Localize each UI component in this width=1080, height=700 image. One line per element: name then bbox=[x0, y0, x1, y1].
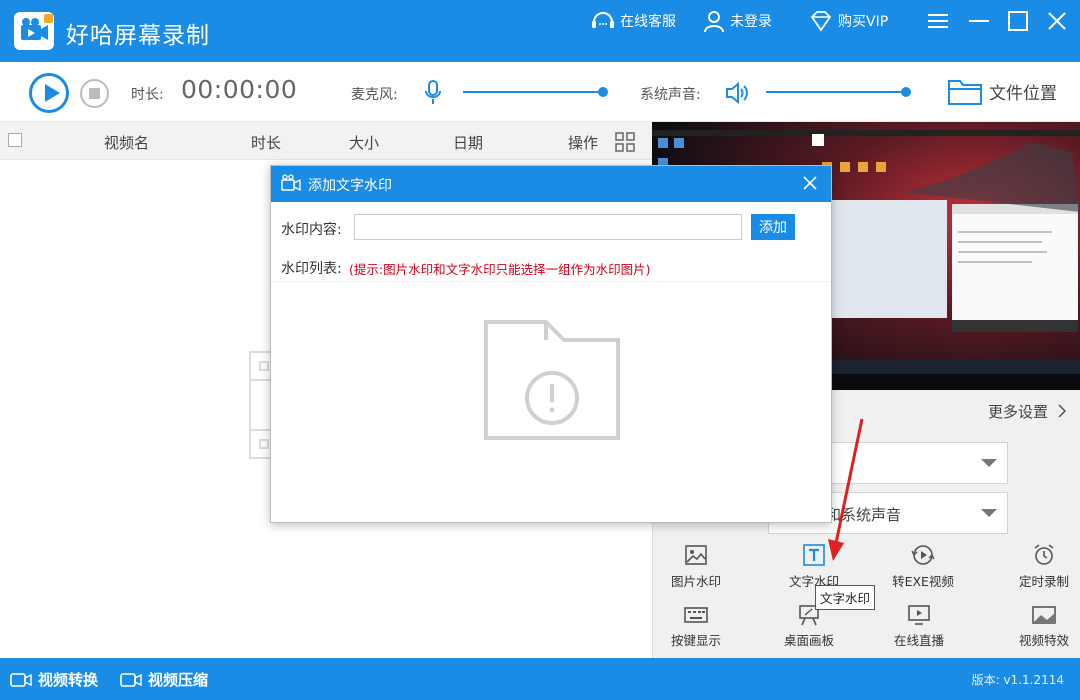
speaker-icon[interactable] bbox=[724, 81, 750, 105]
online-service-label: 在线客服 bbox=[620, 14, 676, 30]
buy-vip-label: 购买VIP bbox=[838, 14, 889, 30]
menu-button[interactable] bbox=[925, 8, 951, 34]
key-display-label: 按键显示 bbox=[670, 633, 721, 648]
desktop-board-label: 桌面画板 bbox=[783, 633, 834, 648]
minimize-icon bbox=[969, 20, 989, 22]
system-sound-label: 系统声音: bbox=[640, 87, 701, 103]
video-camera-icon bbox=[10, 672, 32, 687]
stop-record-button[interactable] bbox=[80, 79, 109, 108]
add-watermark-button[interactable]: 添加 bbox=[751, 214, 795, 240]
video-effect-label: 视频特效 bbox=[1018, 633, 1069, 648]
more-settings-link[interactable]: 更多设置 bbox=[988, 401, 1067, 422]
watermark-content-input[interactable] bbox=[354, 214, 742, 240]
chevron-down-icon bbox=[981, 509, 997, 517]
mic-volume-slider[interactable] bbox=[463, 87, 608, 97]
more-settings-label: 更多设置 bbox=[988, 403, 1049, 421]
duration-label: 时长: bbox=[131, 87, 164, 103]
login-button[interactable]: 未登录 bbox=[702, 10, 772, 33]
column-video-name[interactable]: 视频名 bbox=[104, 132, 149, 153]
monitor-play-icon bbox=[908, 605, 930, 625]
convert-exe-label: 转EXE视频 bbox=[892, 574, 954, 589]
timed-record-tool[interactable]: 定时录制 bbox=[1004, 543, 1080, 590]
image-icon bbox=[685, 545, 707, 565]
video-compress-button[interactable]: 视频压缩 bbox=[120, 669, 208, 690]
live-stream-tool[interactable]: 在线直播 bbox=[879, 604, 959, 649]
user-icon bbox=[704, 11, 724, 33]
duration-timer: 00:00:00 bbox=[181, 75, 298, 104]
start-record-button[interactable] bbox=[29, 73, 69, 113]
divider bbox=[271, 281, 831, 282]
folder-icon bbox=[948, 80, 982, 105]
column-date[interactable]: 日期 bbox=[453, 132, 483, 153]
empty-folder-icon bbox=[484, 320, 620, 440]
alarm-clock-icon bbox=[1034, 544, 1054, 565]
file-location-button[interactable]: 文件位置 bbox=[947, 76, 1057, 106]
watermark-content-label: 水印内容: bbox=[281, 222, 342, 238]
key-display-tool[interactable]: 按键显示 bbox=[656, 604, 736, 649]
maximize-button[interactable] bbox=[1005, 8, 1031, 34]
select-all-checkbox[interactable] bbox=[8, 133, 22, 147]
app-title: 好哈屏幕录制 bbox=[66, 23, 210, 49]
video-compress-label: 视频压缩 bbox=[148, 671, 209, 689]
hamburger-icon bbox=[928, 14, 948, 28]
grid-view-icon[interactable] bbox=[615, 132, 635, 152]
video-list-header: 视频名 时长 大小 日期 操作 bbox=[0, 122, 652, 160]
file-location-label: 文件位置 bbox=[989, 83, 1057, 104]
column-size[interactable]: 大小 bbox=[349, 132, 379, 153]
image-watermark-tool[interactable]: 图片水印 bbox=[656, 543, 736, 590]
close-icon bbox=[1048, 12, 1066, 30]
login-label: 未登录 bbox=[730, 14, 772, 30]
diamond-icon bbox=[810, 11, 832, 32]
dialog-title: 添加文字水印 bbox=[308, 178, 392, 194]
minimize-button[interactable] bbox=[966, 8, 992, 34]
title-bar: 好哈屏幕录制 在线客服 未登录 购买VIP bbox=[0, 0, 1080, 62]
system-volume-knob[interactable] bbox=[901, 87, 911, 97]
video-effect-tool[interactable]: 视频特效 bbox=[1004, 604, 1080, 649]
watermark-hint: (提示:图片水印和文字水印只能选择一组作为水印图片) bbox=[349, 262, 651, 277]
live-stream-label: 在线直播 bbox=[893, 633, 944, 648]
desktop-board-tool[interactable]: 桌面画板 bbox=[769, 604, 849, 649]
online-service-button[interactable]: 在线客服 bbox=[590, 10, 676, 32]
image-watermark-label: 图片水印 bbox=[670, 574, 721, 589]
chevron-down-icon bbox=[981, 459, 997, 467]
headset-icon bbox=[592, 12, 614, 28]
convert-icon bbox=[911, 545, 935, 565]
video-effect-icon bbox=[1032, 606, 1056, 624]
watermark-list-label: 水印列表: bbox=[281, 261, 342, 277]
tooltip: 文字水印 bbox=[815, 585, 876, 610]
keyboard-icon bbox=[684, 607, 708, 623]
dialog-title-bar: 添加文字水印 bbox=[271, 166, 831, 202]
video-convert-button[interactable]: 视频转换 bbox=[10, 669, 98, 690]
text-watermark-dialog: 添加文字水印 水印内容: 添加 水印列表: (提示:图片水印和文字水印只能选择一… bbox=[270, 165, 832, 523]
buy-vip-button[interactable]: 购买VIP bbox=[808, 10, 888, 32]
dialog-close-icon[interactable] bbox=[801, 174, 819, 192]
record-toolbar: 时长: 00:00:00 麦克风: 系统声音: 文件位置 bbox=[0, 62, 1080, 122]
maximize-icon bbox=[1008, 11, 1028, 31]
video-camera-icon bbox=[120, 672, 142, 687]
mic-volume-knob[interactable] bbox=[598, 87, 608, 97]
mic-label: 麦克风: bbox=[351, 87, 398, 103]
version-label: 版本: v1.1.2114 bbox=[971, 673, 1064, 687]
app-logo bbox=[14, 12, 54, 50]
bottom-bar: 视频转换 视频压缩 版本: v1.1.2114 bbox=[0, 658, 1080, 700]
video-camera-icon bbox=[281, 174, 301, 192]
microphone-icon[interactable] bbox=[424, 79, 442, 105]
system-volume-slider[interactable] bbox=[766, 87, 911, 97]
convert-exe-tool[interactable]: 转EXE视频 bbox=[883, 543, 963, 590]
timed-record-label: 定时录制 bbox=[1018, 574, 1069, 589]
chevron-right-icon bbox=[1058, 404, 1066, 418]
close-button[interactable] bbox=[1044, 8, 1070, 34]
video-convert-label: 视频转换 bbox=[38, 671, 99, 689]
column-actions: 操作 bbox=[568, 134, 599, 152]
column-duration[interactable]: 时长 bbox=[251, 132, 281, 153]
